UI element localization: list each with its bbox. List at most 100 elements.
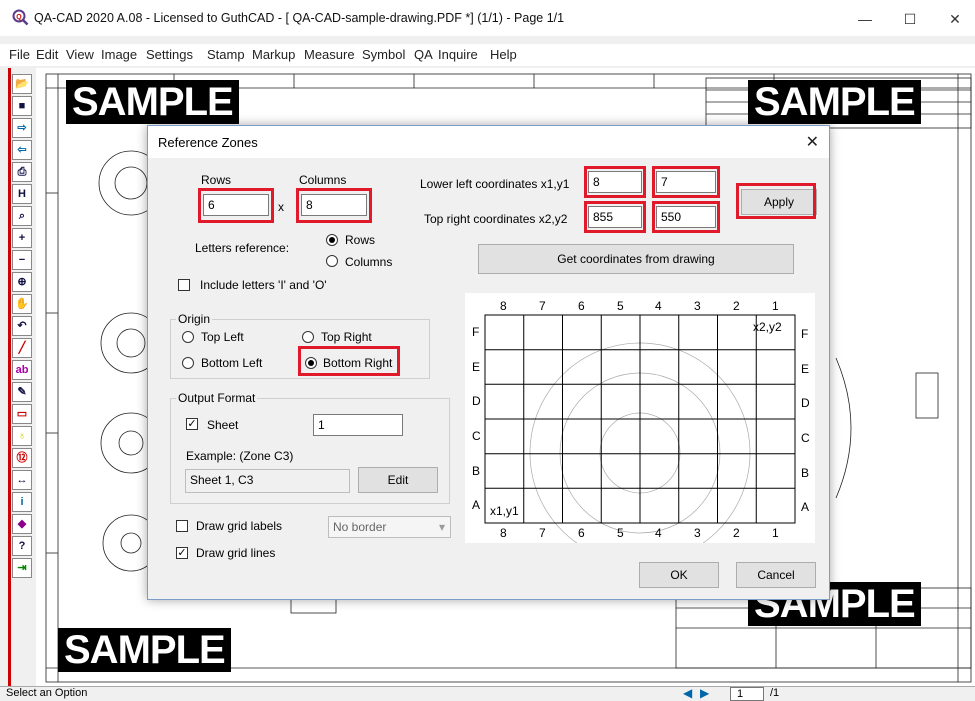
undo-icon[interactable]: ↶ — [12, 316, 32, 336]
lower-left-label: Lower left coordinates x1,y1 — [420, 177, 570, 191]
save-icon[interactable]: ■ — [12, 96, 32, 116]
grid-corner-bottom-left: x1,y1 — [490, 504, 519, 518]
grid-col-label: 4 — [655, 526, 662, 540]
x2-highlight — [584, 201, 646, 233]
dialog-title-bar: Reference Zones ✕ — [148, 126, 829, 158]
exit-icon[interactable]: ⇥ — [12, 558, 32, 578]
lamp-icon[interactable]: ♁ — [12, 426, 32, 446]
qa-cad-logo-icon: Q — [12, 9, 29, 26]
include-io-checkbox[interactable] — [178, 279, 190, 291]
draw-grid-labels-checkbox[interactable] — [176, 520, 188, 532]
grid-col-label: 6 — [578, 299, 585, 313]
bottom-right-highlight — [298, 346, 400, 376]
reference-zones-dialog: Reference Zones ✕ Rows Columns 6 x 8 Let… — [147, 125, 830, 600]
info-icon[interactable]: i — [12, 492, 32, 512]
next-page-icon[interactable]: ▶ — [700, 686, 709, 700]
window-title: QA-CAD 2020 A.08 - Licensed to GuthCAD -… — [34, 11, 565, 25]
grid-col-label: 5 — [617, 299, 624, 313]
menu-stamp[interactable]: Stamp — [207, 47, 245, 62]
menu-inquire[interactable]: Inquire — [438, 47, 478, 62]
origin-top-left-radio[interactable] — [182, 331, 194, 343]
grid-row-label: C — [801, 431, 810, 445]
pan-hand-icon[interactable]: ✋ — [12, 294, 32, 314]
grid-col-label: 2 — [733, 526, 740, 540]
letters-columns-radio[interactable] — [326, 255, 338, 267]
grid-row-label: B — [801, 466, 810, 480]
text-ab-icon[interactable]: ab — [12, 360, 32, 380]
include-io-label: Include letters 'I' and 'O' — [200, 278, 327, 292]
grid-col-label: 7 — [539, 526, 546, 540]
output-format-title: Output Format — [176, 391, 258, 405]
letters-rows-radio[interactable] — [326, 234, 338, 246]
menu-file[interactable]: File — [9, 47, 30, 62]
chevron-down-icon: ▾ — [438, 520, 445, 534]
draw-grid-lines-label: Draw grid lines — [196, 546, 276, 560]
next-arrow-icon[interactable]: ⇨ — [12, 118, 32, 138]
minimize-button[interactable]: — — [845, 6, 885, 32]
menu-image[interactable]: Image — [101, 47, 137, 62]
border-select[interactable]: No border ▾ — [328, 516, 451, 538]
sheet-checkbox[interactable]: ✓ — [186, 418, 198, 430]
zoom-out-icon[interactable]: − — [12, 250, 32, 270]
origin-top-right-radio[interactable] — [302, 331, 314, 343]
rows-highlight — [198, 188, 274, 223]
menu-settings[interactable]: Settings — [146, 47, 193, 62]
menu-symbol[interactable]: Symbol — [362, 47, 405, 62]
grid-col-label: 2 — [733, 299, 740, 313]
zoom-in-icon[interactable]: + — [12, 228, 32, 248]
get-coordinates-button[interactable]: Get coordinates from drawing — [478, 244, 794, 274]
stamp-icon[interactable]: ◆ — [12, 514, 32, 534]
origin-top-right-label: Top Right — [321, 330, 372, 344]
menu-view[interactable]: View — [66, 47, 94, 62]
grid-col-label: 1 — [772, 526, 779, 540]
menu-help[interactable]: Help — [490, 47, 517, 62]
letters-reference-label: Letters reference: — [195, 241, 290, 255]
balloon-icon[interactable]: ✎ — [12, 382, 32, 402]
dialog-close-button[interactable]: ✕ — [806, 132, 819, 152]
menu-edit[interactable]: Edit — [36, 47, 58, 62]
menu-qa[interactable]: QA — [414, 47, 433, 62]
dimension-icon[interactable]: ↔ — [12, 470, 32, 490]
edit-button[interactable]: Edit — [358, 467, 438, 493]
left-toolbar: 📂 ■ ⇨ ⇦ ⎙ H ⌕ + − ⊕ ✋ ↶ ╱ ab ✎ ▭ ♁ ⑫ ↔ i… — [8, 68, 32, 700]
zoom-icon[interactable]: ⌕ — [12, 206, 32, 226]
sheet-input[interactable]: 1 — [313, 414, 403, 436]
number-balloon-icon[interactable]: ⑫ — [12, 448, 32, 468]
open-file-icon[interactable]: 📂 — [12, 74, 32, 94]
origin-bottom-left-radio[interactable] — [182, 357, 194, 369]
grid-col-label: 5 — [617, 526, 624, 540]
origin-title: Origin — [176, 312, 213, 326]
menu-markup[interactable]: Markup — [252, 47, 295, 62]
rectangle-icon[interactable]: ▭ — [12, 404, 32, 424]
origin-top-left-label: Top Left — [201, 330, 244, 344]
grid-row-label: D — [801, 396, 810, 410]
close-window-button[interactable]: ✕ — [935, 6, 975, 32]
draw-grid-lines-checkbox[interactable]: ✓ — [176, 547, 188, 559]
rows-label: Rows — [201, 173, 232, 187]
example-label: Example: (Zone C3) — [186, 449, 294, 463]
cancel-button[interactable]: Cancel — [736, 562, 816, 588]
prev-page-icon[interactable]: ◀ — [683, 686, 692, 700]
markup-line-icon[interactable]: ╱ — [12, 338, 32, 358]
maximize-button[interactable]: ☐ — [890, 6, 930, 32]
grid-row-label: F — [801, 327, 809, 341]
help-icon[interactable]: ? — [12, 536, 32, 556]
status-bar: Select an Option ◀ ▶ 1 /1 — [0, 686, 975, 701]
prev-arrow-icon[interactable]: ⇦ — [12, 140, 32, 160]
ok-button[interactable]: OK — [639, 562, 719, 588]
sheet-label: Sheet — [207, 418, 239, 432]
grid-col-label: 8 — [500, 299, 507, 313]
grid-col-label: 7 — [539, 299, 546, 313]
letters-columns-label: Columns — [345, 255, 393, 269]
print-icon[interactable]: ⎙ — [12, 162, 32, 182]
grid-row-label: E — [472, 360, 481, 374]
grid-col-label: 6 — [578, 526, 585, 540]
page-number-input[interactable]: 1 — [730, 687, 764, 701]
menu-measure[interactable]: Measure — [304, 47, 355, 62]
fit-icon[interactable]: H — [12, 184, 32, 204]
grid-preview: 8 7 6 5 4 3 2 1 8 7 6 5 4 3 2 1 F E D C … — [465, 293, 815, 543]
zoom-area-icon[interactable]: ⊕ — [12, 272, 32, 292]
menu-bar: File Edit View Image Settings Stamp Mark… — [0, 44, 975, 66]
x1-highlight — [584, 166, 646, 198]
example-field: Sheet 1, C3 — [185, 469, 350, 493]
